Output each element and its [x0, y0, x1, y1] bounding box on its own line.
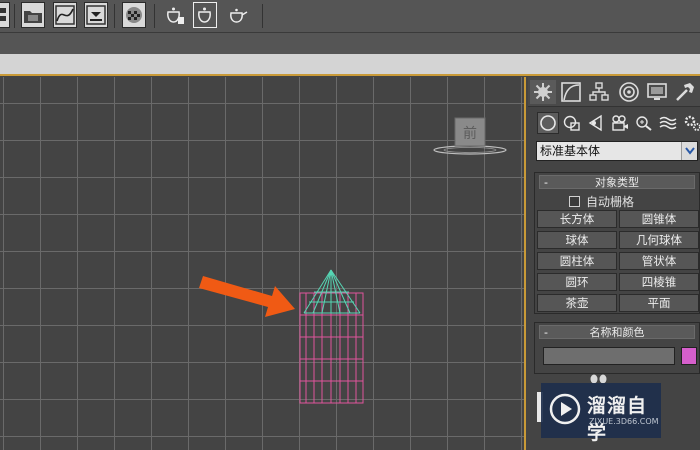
teapot-frame-icon: [198, 7, 211, 23]
tab-utilities[interactable]: [672, 80, 698, 104]
schematic-view-button[interactable]: [0, 2, 10, 28]
render-production-button[interactable]: [226, 2, 250, 28]
subtab-lights[interactable]: [585, 112, 607, 134]
command-panel-tabs: [528, 77, 700, 107]
watermark-logo: 溜溜自学 ZIXUE.3D66.COM: [541, 383, 661, 444]
subtab-shapes[interactable]: [561, 112, 583, 134]
toolbar-separator: [114, 4, 115, 28]
material-editor-icon: [126, 7, 142, 23]
helpers-icon: [636, 116, 652, 131]
shapes-icon: [563, 115, 580, 131]
toolbar-separator: [14, 4, 15, 28]
hierarchy-icon: [589, 82, 609, 101]
cameras-icon: [612, 115, 628, 131]
folder-icon: [24, 11, 42, 23]
systems-icon: [684, 115, 700, 131]
tube-button[interactable]: 管状体: [619, 252, 699, 270]
material-editor-button[interactable]: [122, 2, 146, 28]
render-setup-icon: [86, 5, 106, 25]
pointer-arrow: [199, 276, 295, 317]
teapot-button[interactable]: 茶壶: [537, 294, 617, 312]
name-color-title: 名称和颜色: [589, 326, 645, 339]
name-color-header[interactable]: - 名称和颜色: [539, 325, 695, 339]
lights-icon: [588, 114, 602, 132]
create-subtabs: [528, 109, 700, 137]
subtab-geometry[interactable]: [537, 112, 559, 134]
curve-editor-icon: [55, 5, 75, 25]
geosphere-button[interactable]: 几何球体: [619, 231, 699, 249]
main-toolbar: [0, 0, 700, 33]
cone-object[interactable]: [303, 269, 361, 314]
scene-objects: [199, 269, 364, 404]
curve-editor-button[interactable]: [53, 2, 77, 28]
teapot-render-icon: [167, 7, 184, 24]
render-button[interactable]: [162, 2, 186, 28]
autogrid-label: 自动栅格: [586, 195, 635, 209]
create-icon: [534, 83, 552, 101]
render-setup-button[interactable]: [84, 2, 108, 28]
schematic-view-icon: [0, 8, 6, 21]
ribbon-strip: [0, 54, 700, 76]
tab-modify[interactable]: [558, 80, 584, 104]
object-type-header[interactable]: - 对象类型: [539, 175, 695, 189]
toolbar-separator: [262, 4, 263, 28]
checkbox-icon[interactable]: [569, 196, 580, 207]
toolbar-separator: [154, 4, 155, 28]
autogrid-checkbox[interactable]: 自动栅格: [569, 193, 634, 210]
sphere-button[interactable]: 球体: [537, 231, 617, 249]
name-color-rollout: - 名称和颜色: [534, 322, 700, 374]
object-type-title: 对象类型: [595, 176, 639, 189]
tab-hierarchy[interactable]: [586, 80, 612, 104]
category-dropdown-value: 标准基本体: [540, 144, 601, 158]
front-viewport[interactable]: 前: [0, 77, 526, 450]
rendered-frame-button[interactable]: [193, 2, 217, 28]
spacewarps-icon: [659, 116, 677, 130]
geometry-icon: [540, 115, 556, 131]
tab-motion[interactable]: [616, 80, 642, 104]
cone-button[interactable]: 圆锥体: [619, 210, 699, 228]
play-logo-icon: [549, 393, 581, 425]
cylinder-button[interactable]: 圆柱体: [537, 252, 617, 270]
tab-display[interactable]: [644, 80, 670, 104]
modify-icon: [561, 82, 581, 102]
watermark-subtitle: ZIXUE.3D66.COM: [589, 417, 659, 426]
object-name-field[interactable]: [543, 347, 675, 365]
collapse-icon[interactable]: -: [544, 326, 548, 340]
chevron-down-icon[interactable]: [681, 142, 697, 160]
utilities-icon: [676, 83, 694, 101]
tab-create[interactable]: [530, 80, 556, 104]
subtab-spacewarps[interactable]: [657, 112, 679, 134]
box-button[interactable]: 长方体: [537, 210, 617, 228]
toolbar-gap: [0, 33, 700, 54]
teapot-icon: [230, 8, 248, 23]
display-icon: [647, 83, 667, 100]
subtab-cameras[interactable]: [609, 112, 631, 134]
pyramid-button[interactable]: 四棱锥: [619, 273, 699, 291]
material-manager-button[interactable]: [21, 2, 45, 28]
object-color-swatch[interactable]: [681, 347, 697, 365]
torus-button[interactable]: 圆环: [537, 273, 617, 291]
category-dropdown[interactable]: 标准基本体: [536, 141, 698, 161]
object-type-rollout: - 对象类型 自动栅格 长方体 圆锥体 球体 几何球体 圆柱体 管状体 圆环 四…: [534, 172, 700, 314]
subtab-systems[interactable]: [681, 112, 700, 134]
motion-icon: [619, 82, 639, 102]
plane-button[interactable]: 平面: [619, 294, 699, 312]
subtab-helpers[interactable]: [633, 112, 655, 134]
collapse-icon[interactable]: -: [544, 176, 548, 190]
